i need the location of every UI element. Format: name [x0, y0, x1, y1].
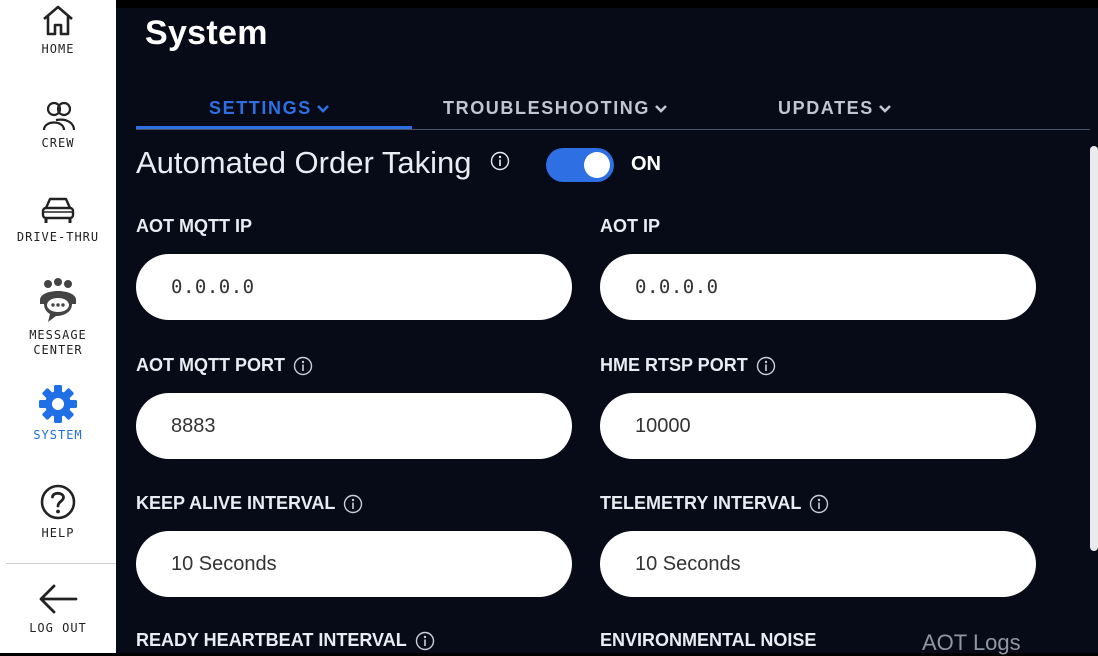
- sidebar-item-label: CENTER: [33, 343, 83, 357]
- sidebar-item-drive-thru[interactable]: DRIVE-THRU: [0, 194, 116, 245]
- telemetry-interval-input[interactable]: [600, 531, 1036, 597]
- chevron-down-icon: [316, 104, 329, 113]
- keep-alive-interval-label: KEEP ALIVE INTERVAL: [136, 493, 363, 514]
- tabs-divider: [136, 129, 1090, 130]
- chevron-down-icon: [878, 104, 891, 113]
- sidebar: HOME CREW DRIVE-THRU MESSAGE CENTER SYST…: [0, 0, 116, 653]
- tab-label: TROUBLESHOOTING: [443, 98, 650, 118]
- hme-rtsp-port-input[interactable]: [600, 393, 1036, 459]
- toggle-state-label: ON: [631, 153, 661, 175]
- sidebar-item-message-center[interactable]: MESSAGE CENTER: [0, 278, 116, 358]
- sidebar-item-help[interactable]: HELP: [0, 482, 116, 541]
- info-icon[interactable]: [756, 356, 776, 376]
- sidebar-item-system[interactable]: SYSTEM: [0, 384, 116, 443]
- aot-mqtt-port-input[interactable]: [136, 393, 572, 459]
- sidebar-item-label: HOME: [41, 42, 75, 56]
- sidebar-item-log-out[interactable]: LOG OUT: [0, 581, 116, 636]
- chevron-down-icon: [655, 104, 667, 113]
- car-icon: [41, 197, 75, 223]
- tab-label: SETTINGS: [209, 98, 312, 118]
- sidebar-item-label: LOG OUT: [29, 621, 87, 635]
- tab-updates[interactable]: UPDATES: [778, 98, 892, 119]
- telemetry-interval-label: TELEMETRY INTERVAL: [600, 493, 829, 514]
- aot-logs-link[interactable]: AOT Logs: [922, 630, 1021, 656]
- label-text: HME RTSP PORT: [600, 355, 748, 375]
- aot-section-title: Automated Order Taking: [136, 145, 510, 181]
- aot-mqtt-port-label: AOT MQTT PORT: [136, 355, 313, 376]
- sidebar-item-label: CREW: [41, 136, 75, 150]
- sidebar-item-label: DRIVE-THRU: [16, 230, 100, 244]
- label-text: KEEP ALIVE INTERVAL: [136, 493, 336, 513]
- tab-label: UPDATES: [778, 98, 874, 118]
- active-tab-indicator: [136, 126, 412, 129]
- aot-ip-input[interactable]: [600, 254, 1036, 320]
- arrow-left-icon: [39, 584, 78, 614]
- aot-title-text: Automated Order Taking: [136, 145, 472, 180]
- sidebar-item-home[interactable]: HOME: [0, 2, 116, 57]
- hme-rtsp-port-label: HME RTSP PORT: [600, 355, 776, 376]
- toggle-knob: [584, 152, 610, 178]
- tab-settings[interactable]: SETTINGS: [209, 98, 330, 119]
- info-icon[interactable]: [293, 356, 313, 376]
- sidebar-item-label: MESSAGE: [29, 328, 87, 342]
- info-icon[interactable]: [415, 631, 435, 651]
- keep-alive-interval-input[interactable]: [136, 531, 572, 597]
- info-icon[interactable]: [809, 494, 829, 514]
- message-center-icon: [40, 278, 76, 322]
- sidebar-divider: [6, 563, 116, 564]
- label-text: AOT MQTT IP: [136, 216, 252, 236]
- aot-toggle[interactable]: [546, 148, 614, 182]
- aot-mqtt-ip-input[interactable]: [136, 254, 572, 320]
- help-icon: [40, 484, 76, 520]
- sidebar-item-label: HELP: [41, 526, 75, 540]
- label-text: AOT IP: [600, 216, 661, 236]
- tab-troubleshooting[interactable]: TROUBLESHOOTING: [443, 98, 668, 119]
- gear-icon: [39, 385, 77, 423]
- sidebar-item-label: SYSTEM: [33, 428, 83, 442]
- aot-mqtt-ip-label: AOT MQTT IP: [136, 216, 252, 237]
- scrollbar[interactable]: [1090, 146, 1098, 551]
- home-icon: [43, 5, 73, 36]
- crew-icon: [42, 101, 76, 131]
- label-text: TELEMETRY INTERVAL: [600, 493, 802, 513]
- label-text: AOT MQTT PORT: [136, 355, 285, 375]
- environmental-noise-label: ENVIRONMENTAL NOISE: [600, 630, 816, 651]
- ready-heartbeat-interval-label: READY HEARTBEAT INTERVAL: [136, 630, 435, 651]
- label-text: ENVIRONMENTAL NOISE: [600, 630, 817, 650]
- main-panel: System SETTINGS TROUBLESHOOTING UPDATES …: [116, 8, 1098, 656]
- label-text: READY HEARTBEAT INTERVAL: [136, 630, 407, 650]
- page-title: System: [145, 14, 268, 52]
- aot-ip-label: AOT IP: [600, 216, 660, 237]
- info-icon[interactable]: [343, 494, 363, 514]
- info-icon[interactable]: [490, 151, 510, 171]
- sidebar-item-crew[interactable]: CREW: [0, 100, 116, 151]
